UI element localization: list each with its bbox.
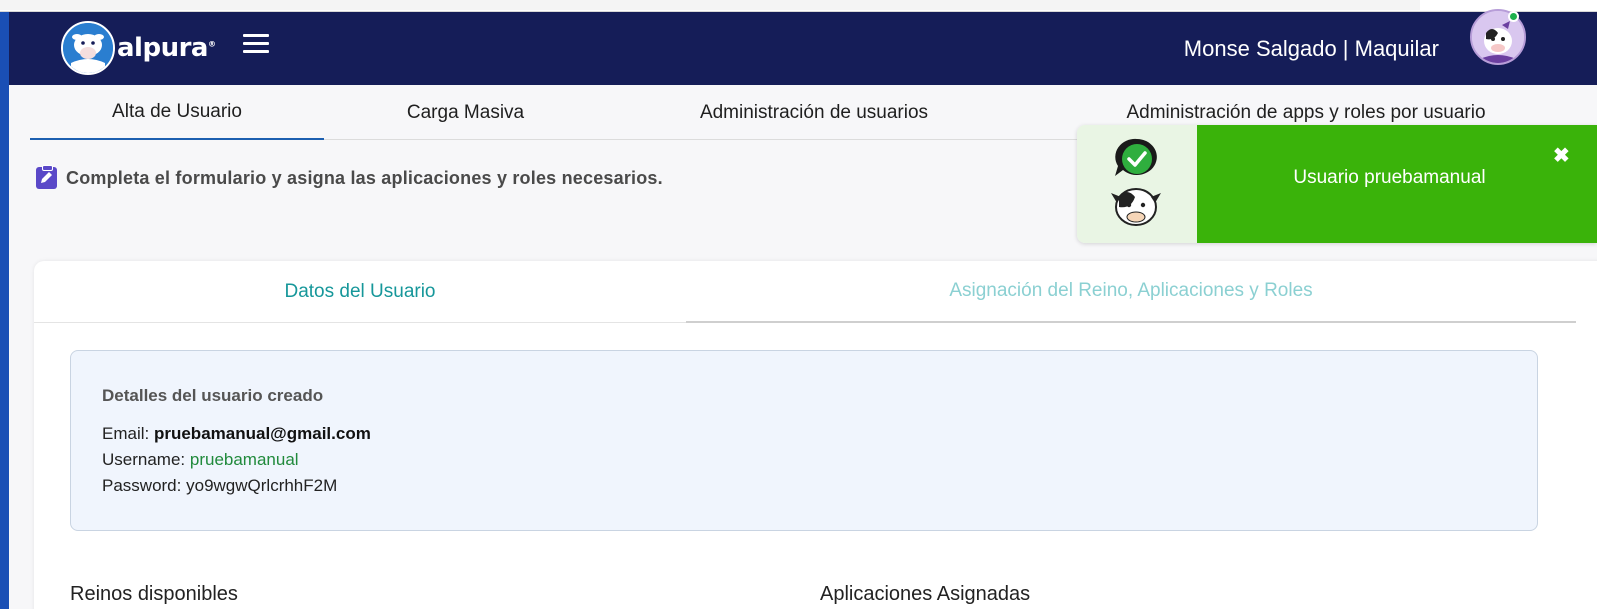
toast-message-panel: Usuario pruebamanual ✖ (1197, 125, 1597, 243)
reinos-disponibles-label: Reinos disponibles (70, 583, 238, 605)
cow-mascot-icon (1111, 188, 1161, 226)
online-status-dot (1508, 11, 1519, 22)
cow-logo-icon (61, 21, 115, 75)
tab-datos-del-usuario[interactable]: Datos del Usuario (34, 261, 686, 323)
top-strip-shade (0, 0, 1420, 10)
app-header: alpura® Monse Salgado | Maquilar (9, 12, 1597, 85)
browser-top-strip (0, 0, 1597, 12)
email-label: Email: (102, 424, 150, 443)
close-icon[interactable]: ✖ (1553, 143, 1570, 168)
username-label: Username: (102, 450, 186, 469)
success-toast: Usuario pruebamanual ✖ (1077, 125, 1597, 243)
username-row: Username: pruebamanual (102, 450, 299, 470)
check-chat-icon (1115, 138, 1157, 176)
tab-asignacion-reino-apps-roles[interactable]: Asignación del Reino, Aplicaciones y Rol… (686, 261, 1576, 323)
email-value: pruebamanual@gmail.com (153, 424, 371, 443)
logo-text: alpura® (117, 33, 216, 63)
tab-alta-de-usuario[interactable]: Alta de Usuario (30, 85, 324, 140)
clipboard-edit-icon (36, 165, 57, 189)
form-instructions: Completa el formulario y asigna las apli… (36, 165, 663, 189)
password-value: yo9wgwQrlcrhhF2M (186, 476, 338, 495)
aplicaciones-asignadas-label: Aplicaciones Asignadas (820, 583, 1031, 605)
alpura-logo[interactable]: alpura® (61, 21, 216, 75)
created-user-details: Detalles del usuario creado Email: prueb… (70, 350, 1538, 531)
password-label: Password: (102, 476, 182, 495)
left-accent-bar (0, 12, 9, 609)
tab-carga-masiva[interactable]: Carga Masiva (324, 85, 607, 140)
tab-administracion-usuarios[interactable]: Administración de usuarios (607, 85, 1021, 140)
user-name[interactable]: Monse Salgado | Maquilar (1184, 36, 1439, 62)
details-title: Detalles del usuario creado (102, 386, 324, 405)
toast-icon-panel (1077, 125, 1197, 243)
password-row: Password: yo9wgwQrlcrhhF2M (102, 476, 337, 496)
email-row: Email: pruebamanual@gmail.com (102, 424, 371, 444)
username-value: pruebamanual (189, 450, 299, 469)
instructions-text: Completa el formulario y asigna las apli… (66, 167, 663, 188)
toast-message: Usuario pruebamanual (1293, 167, 1486, 188)
hamburger-icon[interactable] (243, 34, 269, 56)
